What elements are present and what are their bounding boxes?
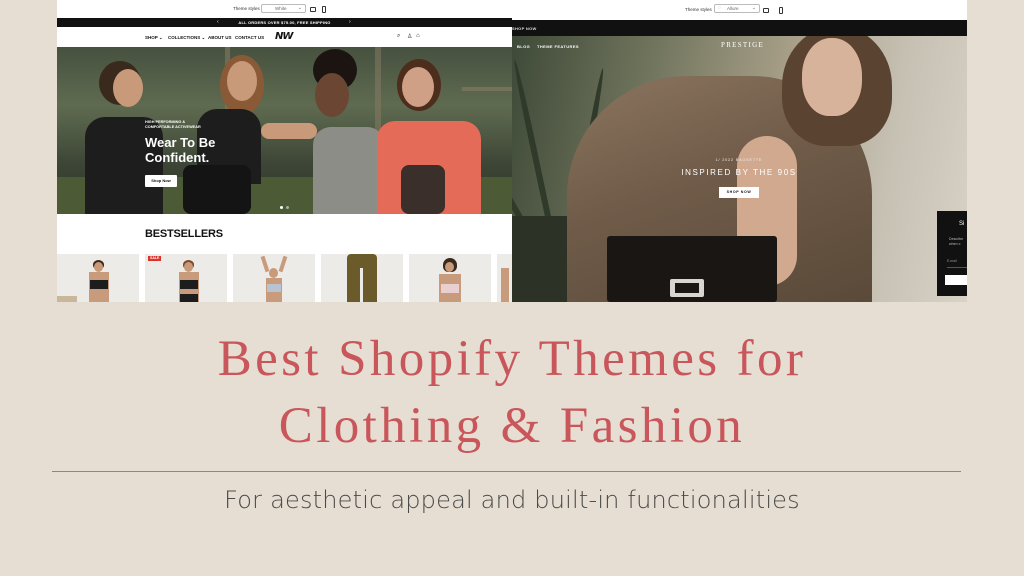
nav-item-theme-features[interactable]: THEME FEATURES [537, 44, 579, 49]
person-legs [401, 165, 445, 214]
palm-leaf [512, 59, 553, 227]
promo-bar: SHOP NOW [512, 20, 967, 36]
model-face [802, 38, 862, 116]
newsletter-popup: Si Describe when c E-mail [937, 211, 967, 296]
model-body [501, 268, 509, 302]
hero-eyebrow: 1/ 2022 BAGSETTE [715, 158, 763, 162]
model-head [94, 262, 103, 272]
mobile-icon[interactable] [322, 6, 326, 13]
brand-logo[interactable]: NW [275, 31, 293, 42]
hero-banner: HIGH PERFORMING & COMFORTABLE ACTIVEWEAR… [57, 47, 512, 214]
right-theme-screenshot: Theme styles ◌ Allure ⌄ SHOP NOW BLOG TH… [512, 0, 967, 302]
theme-style-value: Allure [727, 6, 739, 11]
model-prop [57, 296, 77, 302]
product-card[interactable] [57, 254, 139, 302]
model-arm [278, 255, 288, 273]
promo-link[interactable]: SHOP NOW [512, 26, 537, 31]
nav-item-shop[interactable]: SHOP ⌄ [145, 35, 163, 41]
desktop-icon[interactable] [763, 8, 769, 13]
account-icon[interactable]: ♙ [407, 33, 412, 40]
model-head [445, 262, 454, 272]
bag-clasp-inner [675, 283, 699, 293]
headline-line-1: Best Shopify Themes for [217, 331, 807, 387]
chevron-left-icon[interactable]: ‹ [217, 18, 219, 27]
announcement-text: ALL ORDERS OVER $75.00, FREE SHIPPING [238, 20, 331, 25]
person-face [402, 67, 434, 107]
fence-rail [462, 87, 512, 91]
shop-now-button[interactable]: Shop Now [145, 175, 177, 187]
mobile-icon[interactable] [779, 7, 783, 14]
model-top [180, 280, 198, 289]
carousel-dot-active[interactable] [280, 206, 283, 209]
person-legs [183, 165, 251, 214]
product-card[interactable] [233, 254, 315, 302]
theme-style-select[interactable]: ◌ Allure ⌄ [714, 4, 760, 13]
sale-badge: SALE [148, 256, 162, 261]
desktop-icon[interactable] [310, 7, 316, 12]
theme-style-label: Theme styles [685, 7, 712, 12]
hero-title: INSPIRED BY THE 90S [681, 168, 797, 177]
subtitle: For aesthetic appeal and built-in functi… [224, 486, 800, 514]
email-field[interactable]: E-mail [947, 259, 967, 268]
product-card[interactable]: SALE [145, 254, 227, 302]
person-face [113, 69, 143, 107]
product-card[interactable] [321, 254, 403, 302]
brand-logo[interactable]: PRESTIGE [721, 41, 764, 49]
chevron-down-icon: ⌄ [751, 5, 756, 11]
model-head [269, 268, 278, 278]
model-top [90, 280, 108, 289]
chevron-down-icon: ⌄ [297, 5, 302, 11]
palette-icon: ◌ [718, 5, 721, 11]
model-top [267, 284, 281, 292]
nav-item-about-us[interactable]: ABOUT US [208, 35, 232, 40]
popup-title: Si [959, 221, 965, 227]
product-card-partial[interactable] [497, 254, 512, 302]
subscribe-button[interactable] [945, 275, 967, 285]
nav-item-collections[interactable]: COLLECTIONS ⌄ [168, 35, 205, 41]
theme-style-label: Theme styles [233, 6, 260, 11]
cart-icon[interactable]: ⌂ [416, 33, 420, 39]
nav-item-contact-us[interactable]: CONTACT US [235, 35, 264, 40]
main-nav: SHOP ⌄ COLLECTIONS ⌄ ABOUT US CONTACT US… [57, 27, 512, 47]
divider [52, 471, 961, 472]
model-head [184, 262, 193, 272]
theme-style-select[interactable]: White ⌄ [261, 4, 306, 13]
theme-style-bar: Theme styles ◌ Allure ⌄ [512, 0, 967, 20]
chevron-right-icon[interactable]: › [349, 18, 351, 27]
model-bottom [180, 294, 198, 302]
hero-eyebrow: HIGH PERFORMING & COMFORTABLE ACTIVEWEAR [145, 120, 201, 129]
section-title: BESTSELLERS [145, 228, 223, 240]
hero-banner: BLOG THEME FEATURES PRESTIGE 1/ 2022 BAG… [512, 36, 967, 302]
theme-style-bar: Theme styles White ⌄ [57, 0, 512, 18]
hero-title: Wear To Be Confident. [145, 135, 216, 165]
popup-description: Describe when c [949, 237, 964, 246]
person-shirt [85, 117, 163, 214]
person-face [315, 73, 349, 117]
person-arm [261, 123, 317, 139]
headline-line-2: Clothing & Fashion [278, 398, 746, 454]
model-arm [260, 255, 270, 273]
person-face [227, 61, 257, 101]
search-icon[interactable]: ⌕ [397, 33, 400, 40]
pants-gap [360, 268, 363, 302]
shop-now-button[interactable]: SHOP NOW [719, 187, 759, 198]
person-shirt [313, 127, 385, 214]
product-card[interactable] [409, 254, 491, 302]
theme-style-value: White [275, 6, 287, 11]
carousel-dot[interactable] [286, 206, 289, 209]
left-theme-screenshot: Theme styles White ⌄ ALL ORDERS OVER $75… [57, 0, 512, 302]
nav-item-blog[interactable]: BLOG [517, 44, 530, 49]
announcement-bar: ALL ORDERS OVER $75.00, FREE SHIPPING [57, 18, 512, 27]
model-top [441, 284, 459, 293]
